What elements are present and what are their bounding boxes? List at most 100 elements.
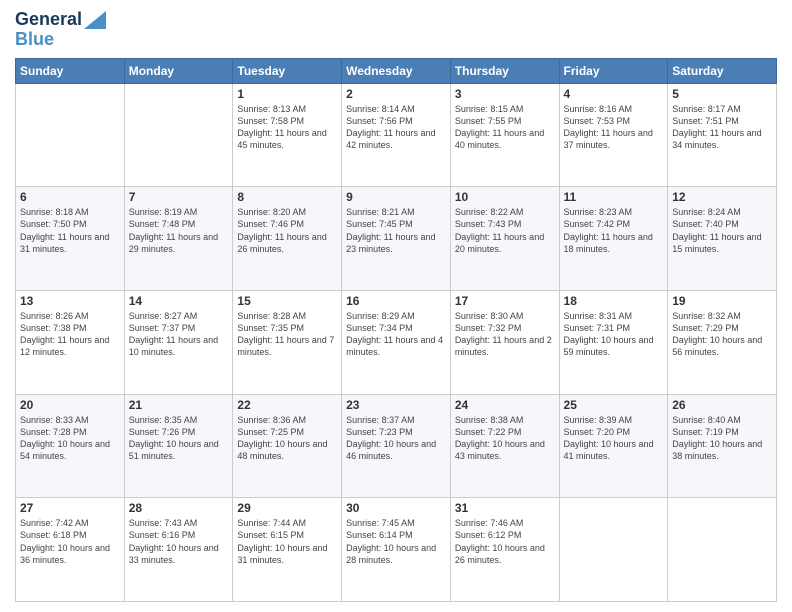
calendar-cell: 31 Sunrise: 7:46 AM Sunset: 6:12 PM Dayli… — [450, 498, 559, 602]
day-info: Sunrise: 7:45 AM Sunset: 6:14 PM Dayligh… — [346, 517, 446, 566]
day-number: 22 — [237, 398, 337, 412]
day-number: 31 — [455, 501, 555, 515]
weekday-header-sunday: Sunday — [16, 58, 125, 83]
header: General Blue — [15, 10, 777, 50]
day-info: Sunrise: 8:37 AM Sunset: 7:23 PM Dayligh… — [346, 414, 446, 463]
calendar-cell: 15Sunrise: 8:28 AM Sunset: 7:35 PM Dayli… — [233, 290, 342, 394]
day-number: 18 — [564, 294, 664, 308]
day-number: 21 — [129, 398, 229, 412]
weekday-header-thursday: Thursday — [450, 58, 559, 83]
day-info: Sunrise: 8:17 AM Sunset: 7:51 PM Dayligh… — [672, 103, 772, 152]
day-number: 16 — [346, 294, 446, 308]
calendar-cell: 6 Sunrise: 8:18 AM Sunset: 7:50 PM Daylig… — [16, 187, 125, 291]
day-number: 6 — [20, 190, 120, 204]
day-number: 11 — [564, 190, 664, 204]
day-number: 5 — [672, 87, 772, 101]
day-number: 25 — [564, 398, 664, 412]
calendar-cell: 9 Sunrise: 8:21 AM Sunset: 7:45 PM Daylig… — [342, 187, 451, 291]
weekday-header-monday: Monday — [124, 58, 233, 83]
day-info: Sunrise: 8:28 AM Sunset: 7:35 PM Dayligh… — [237, 310, 337, 359]
day-number: 7 — [129, 190, 229, 204]
day-info: Sunrise: 7:42 AM Sunset: 6:18 PM Dayligh… — [20, 517, 120, 566]
day-number: 1 — [237, 87, 337, 101]
day-number: 17 — [455, 294, 555, 308]
calendar-cell: 5 Sunrise: 8:17 AM Sunset: 7:51 PM Daylig… — [668, 83, 777, 187]
day-info: Sunrise: 8:22 AM Sunset: 7:43 PM Dayligh… — [455, 206, 555, 255]
day-info: Sunrise: 8:15 AM Sunset: 7:55 PM Dayligh… — [455, 103, 555, 152]
calendar-cell — [16, 83, 125, 187]
day-info: Sunrise: 8:21 AM Sunset: 7:45 PM Dayligh… — [346, 206, 446, 255]
day-info: Sunrise: 8:24 AM Sunset: 7:40 PM Dayligh… — [672, 206, 772, 255]
calendar-cell: 1 Sunrise: 8:13 AM Sunset: 7:58 PM Daylig… — [233, 83, 342, 187]
logo-text: General Blue — [15, 10, 106, 50]
day-info: Sunrise: 7:46 AM Sunset: 6:12 PM Dayligh… — [455, 517, 555, 566]
calendar-cell — [559, 498, 668, 602]
day-info: Sunrise: 8:26 AM Sunset: 7:38 PM Dayligh… — [20, 310, 120, 359]
day-number: 27 — [20, 501, 120, 515]
day-info: Sunrise: 8:29 AM Sunset: 7:34 PM Dayligh… — [346, 310, 446, 359]
day-info: Sunrise: 8:39 AM Sunset: 7:20 PM Dayligh… — [564, 414, 664, 463]
calendar-cell — [124, 83, 233, 187]
weekday-header-saturday: Saturday — [668, 58, 777, 83]
day-info: Sunrise: 7:43 AM Sunset: 6:16 PM Dayligh… — [129, 517, 229, 566]
calendar-cell: 10 Sunrise: 8:22 AM Sunset: 7:43 PM Dayli… — [450, 187, 559, 291]
day-info: Sunrise: 8:30 AM Sunset: 7:32 PM Dayligh… — [455, 310, 555, 359]
day-number: 8 — [237, 190, 337, 204]
week-row-4: 27 Sunrise: 7:42 AM Sunset: 6:18 PM Dayli… — [16, 498, 777, 602]
calendar-cell: 8 Sunrise: 8:20 AM Sunset: 7:46 PM Daylig… — [233, 187, 342, 291]
day-info: Sunrise: 8:20 AM Sunset: 7:46 PM Dayligh… — [237, 206, 337, 255]
page: General Blue SundayMondayTuesdayWednesda… — [0, 0, 792, 612]
day-number: 19 — [672, 294, 772, 308]
day-info: Sunrise: 8:19 AM Sunset: 7:48 PM Dayligh… — [129, 206, 229, 255]
day-info: Sunrise: 8:36 AM Sunset: 7:25 PM Dayligh… — [237, 414, 337, 463]
calendar-cell: 2 Sunrise: 8:14 AM Sunset: 7:56 PM Daylig… — [342, 83, 451, 187]
day-info: Sunrise: 8:40 AM Sunset: 7:19 PM Dayligh… — [672, 414, 772, 463]
day-info: Sunrise: 8:14 AM Sunset: 7:56 PM Dayligh… — [346, 103, 446, 152]
day-info: Sunrise: 8:18 AM Sunset: 7:50 PM Dayligh… — [20, 206, 120, 255]
calendar-cell: 25 Sunrise: 8:39 AM Sunset: 7:20 PM Dayli… — [559, 394, 668, 498]
day-number: 3 — [455, 87, 555, 101]
day-info: Sunrise: 8:38 AM Sunset: 7:22 PM Dayligh… — [455, 414, 555, 463]
calendar-table: SundayMondayTuesdayWednesdayThursdayFrid… — [15, 58, 777, 602]
calendar-cell: 23 Sunrise: 8:37 AM Sunset: 7:23 PM Dayli… — [342, 394, 451, 498]
logo-triangle-icon — [84, 11, 106, 29]
calendar-cell: 13 Sunrise: 8:26 AM Sunset: 7:38 PM Dayli… — [16, 290, 125, 394]
day-info: Sunrise: 8:33 AM Sunset: 7:28 PM Dayligh… — [20, 414, 120, 463]
calendar-cell: 11 Sunrise: 8:23 AM Sunset: 7:42 PM Dayli… — [559, 187, 668, 291]
day-number: 4 — [564, 87, 664, 101]
day-number: 26 — [672, 398, 772, 412]
logo-general: General — [15, 10, 82, 30]
day-number: 23 — [346, 398, 446, 412]
day-number: 2 — [346, 87, 446, 101]
calendar-cell: 29Sunrise: 7:44 AM Sunset: 6:15 PM Dayli… — [233, 498, 342, 602]
calendar-cell: 24Sunrise: 8:38 AM Sunset: 7:22 PM Dayli… — [450, 394, 559, 498]
day-info: Sunrise: 8:23 AM Sunset: 7:42 PM Dayligh… — [564, 206, 664, 255]
day-info: Sunrise: 8:13 AM Sunset: 7:58 PM Dayligh… — [237, 103, 337, 152]
calendar-cell — [668, 498, 777, 602]
calendar-cell: 30Sunrise: 7:45 AM Sunset: 6:14 PM Dayli… — [342, 498, 451, 602]
calendar-cell: 21 Sunrise: 8:35 AM Sunset: 7:26 PM Dayli… — [124, 394, 233, 498]
day-info: Sunrise: 8:32 AM Sunset: 7:29 PM Dayligh… — [672, 310, 772, 359]
calendar-cell: 18 Sunrise: 8:31 AM Sunset: 7:31 PM Dayli… — [559, 290, 668, 394]
day-number: 20 — [20, 398, 120, 412]
week-row-3: 20 Sunrise: 8:33 AM Sunset: 7:28 PM Dayli… — [16, 394, 777, 498]
calendar-cell: 14Sunrise: 8:27 AM Sunset: 7:37 PM Dayli… — [124, 290, 233, 394]
day-number: 10 — [455, 190, 555, 204]
day-number: 9 — [346, 190, 446, 204]
weekday-header-row: SundayMondayTuesdayWednesdayThursdayFrid… — [16, 58, 777, 83]
weekday-header-wednesday: Wednesday — [342, 58, 451, 83]
calendar-cell: 27 Sunrise: 7:42 AM Sunset: 6:18 PM Dayli… — [16, 498, 125, 602]
day-info: Sunrise: 8:35 AM Sunset: 7:26 PM Dayligh… — [129, 414, 229, 463]
calendar-cell: 12Sunrise: 8:24 AM Sunset: 7:40 PM Dayli… — [668, 187, 777, 291]
day-number: 29 — [237, 501, 337, 515]
day-number: 13 — [20, 294, 120, 308]
calendar-cell: 22 Sunrise: 8:36 AM Sunset: 7:25 PM Dayli… — [233, 394, 342, 498]
weekday-header-tuesday: Tuesday — [233, 58, 342, 83]
calendar-cell: 7 Sunrise: 8:19 AM Sunset: 7:48 PM Daylig… — [124, 187, 233, 291]
logo-blue: Blue — [15, 30, 106, 50]
day-info: Sunrise: 8:16 AM Sunset: 7:53 PM Dayligh… — [564, 103, 664, 152]
calendar-cell: 4 Sunrise: 8:16 AM Sunset: 7:53 PM Daylig… — [559, 83, 668, 187]
day-info: Sunrise: 8:31 AM Sunset: 7:31 PM Dayligh… — [564, 310, 664, 359]
calendar-cell: 20 Sunrise: 8:33 AM Sunset: 7:28 PM Dayli… — [16, 394, 125, 498]
calendar-cell: 19 Sunrise: 8:32 AM Sunset: 7:29 PM Dayli… — [668, 290, 777, 394]
